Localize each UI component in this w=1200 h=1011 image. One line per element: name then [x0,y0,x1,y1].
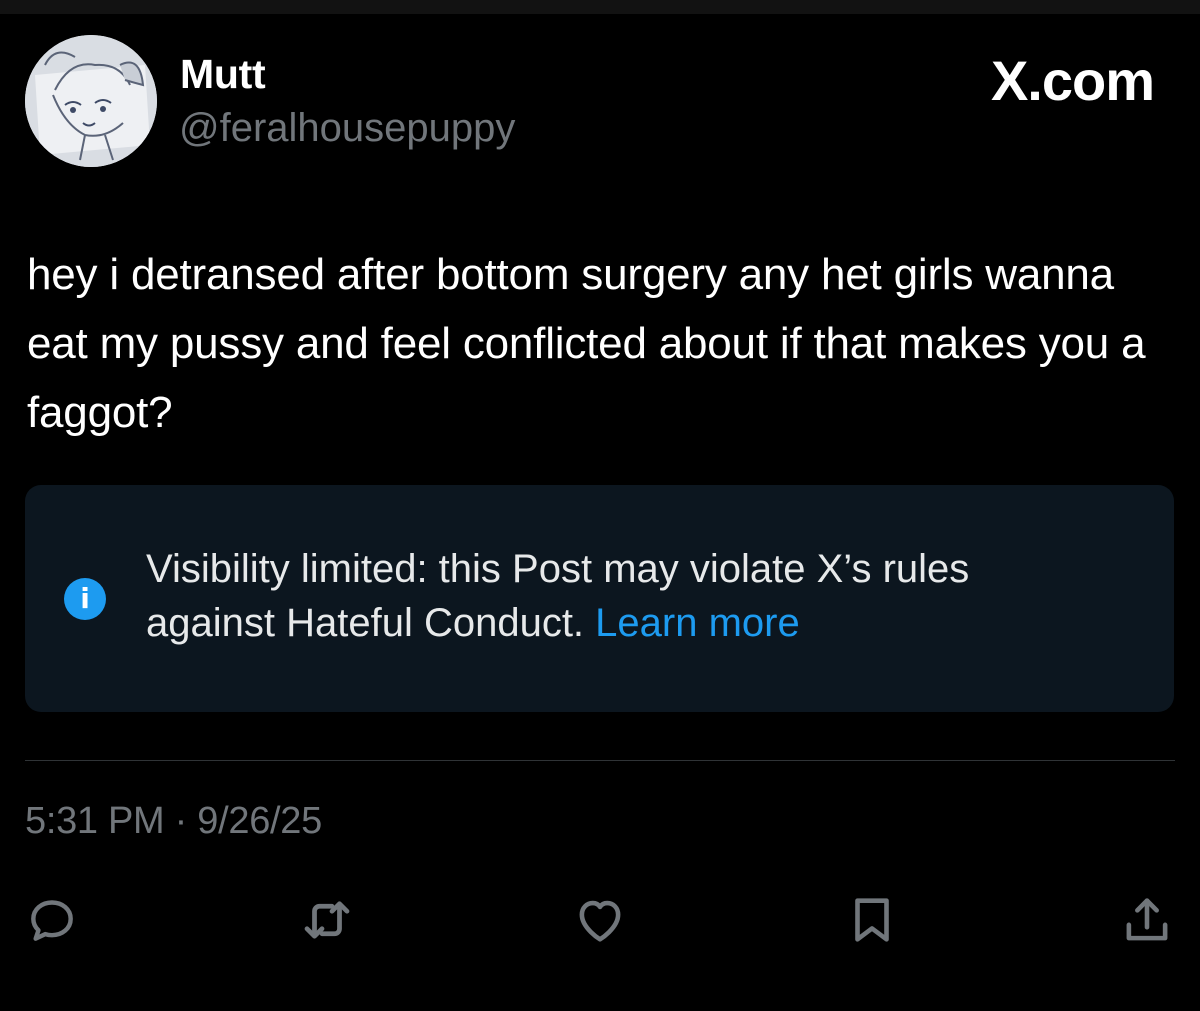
visibility-notice: i Visibility limited: this Post may viol… [25,485,1174,712]
bookmark-button[interactable] [842,890,902,950]
notice-message: Visibility limited: this Post may violat… [146,547,970,645]
like-icon [579,900,621,942]
info-icon: i [64,578,106,620]
bookmark-icon [855,898,889,942]
divider [25,760,1175,761]
reply-button[interactable] [22,890,82,950]
share-button[interactable] [1117,890,1177,950]
avatar[interactable] [25,35,157,167]
top-strip [0,0,1200,14]
share-icon [1126,898,1168,941]
post-timestamp[interactable]: 5:31 PM · 9/26/25 [25,797,322,845]
user-handle[interactable]: @feralhousepuppy [179,104,515,152]
display-name[interactable]: Mutt [180,50,266,98]
notice-text: Visibility limited: this Post may violat… [146,542,1106,650]
learn-more-link[interactable]: Learn more [595,601,800,645]
reply-icon [31,900,73,941]
repost-icon [304,901,350,939]
like-button[interactable] [570,890,630,950]
post-text: hey i detransed after bottom surgery any… [27,250,1146,437]
repost-button[interactable] [297,890,357,950]
brand-logo: X.com [990,49,1155,112]
avatar-sketch-icon [25,35,157,167]
